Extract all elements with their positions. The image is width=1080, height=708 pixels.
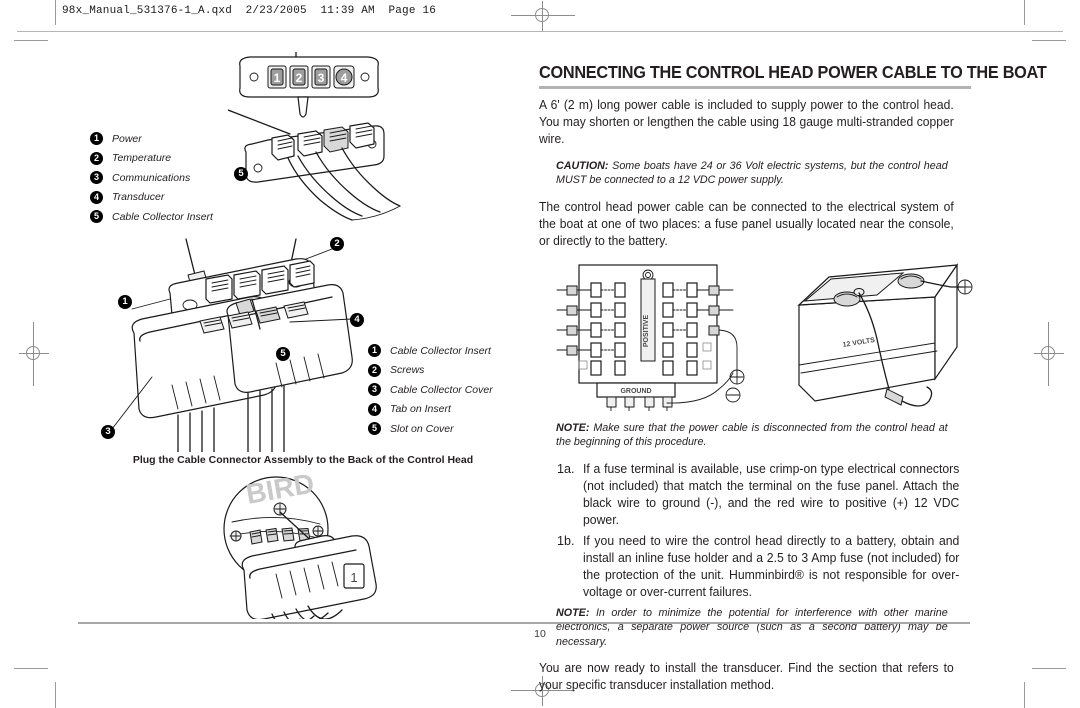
step-text: If you need to wire the control head dir… xyxy=(583,533,960,599)
assembly-callout-5: 5 xyxy=(276,347,290,361)
note-disconnect-tag: NOTE: xyxy=(556,421,590,434)
battery-terminal-positive xyxy=(897,273,925,288)
assembly-figure-caption: Plug the Cable Connector Assembly to the… xyxy=(132,454,474,466)
legend-item: 3 Cable Collector Cover xyxy=(368,383,493,396)
step-1b: 1b. If you need to wire the control head… xyxy=(557,533,971,601)
step-text: If a fuse terminal is available, use cri… xyxy=(583,461,960,527)
fuse-panel-ground-label: GROUND xyxy=(620,388,651,395)
positive-ring-terminal xyxy=(729,369,745,384)
closing-paragraph: You are now ready to install the transdu… xyxy=(539,661,954,692)
legend-bullet: 1 xyxy=(368,344,381,357)
legend-bullet: 5 xyxy=(368,422,381,435)
legend-item: 4 Tab on Insert xyxy=(368,402,493,416)
connector-port-number-1: 1 xyxy=(274,71,281,85)
legend-bullet: 3 xyxy=(368,383,381,396)
fuse-row-left-4 xyxy=(556,341,626,358)
legend-label: Slot on Cover xyxy=(390,422,454,435)
legend-bullet: 3 xyxy=(90,171,103,184)
legend-label: Cable Collector Cover xyxy=(390,383,493,396)
connector-legend: 1 Power 2 Temperature 3 Communications 4… xyxy=(90,132,213,230)
battery-positive-ring-terminal xyxy=(957,279,973,294)
connector-port-number-3: 3 xyxy=(318,71,325,85)
legend-item: 5 Slot on Cover xyxy=(368,422,493,435)
control-head-back-illustration: BIRD 1 xyxy=(188,474,408,619)
legend-item: 2 Temperature xyxy=(90,151,213,165)
connector-port-number-2: 2 xyxy=(296,71,303,85)
connector-port-number-4: 4 xyxy=(341,71,348,85)
legend-label: Communications xyxy=(112,171,191,184)
section-heading: CONNECTING THE CONTROL HEAD POWER CABLE … xyxy=(539,62,1047,82)
step-number: 1a. xyxy=(557,461,575,476)
back-panel-port-number: 1 xyxy=(350,570,357,585)
legend-label: Tab on Insert xyxy=(390,403,451,415)
assembly-callout-4: 4 xyxy=(350,313,364,327)
step-number: 1b. xyxy=(557,533,575,548)
fuse-row-left-3 xyxy=(556,321,626,338)
caution-note: CAUTION: Some boats have 24 or 36 Volt e… xyxy=(556,159,948,188)
heading-rule xyxy=(539,86,971,89)
note-disconnect: NOTE: Make sure that the power cable is … xyxy=(556,421,948,450)
legend-bullet: 2 xyxy=(368,363,381,377)
assembly-legend: 1 Cable Collector Insert 2 Screws 3 Cabl… xyxy=(368,344,493,442)
note-disconnect-text: Make sure that the power cable is discon… xyxy=(556,421,948,449)
legend-label: Cable Collector Insert xyxy=(112,210,213,223)
left-column: 1 2 3 4 5 1 Power 2 Temperature 3 Commun… xyxy=(78,52,528,622)
connector-plate-illustration: 1 2 3 4 5 xyxy=(228,52,418,222)
legend-label: Temperature xyxy=(112,152,172,164)
screw-boss-top xyxy=(273,502,287,516)
legend-item: 1 Cable Collector Insert xyxy=(368,344,493,357)
assembly-callout-1: 1 xyxy=(118,295,132,309)
note-interference-tag: NOTE: xyxy=(556,606,590,619)
footer-rule xyxy=(78,622,970,624)
legend-label: Screws xyxy=(390,364,425,376)
legend-bullet: 4 xyxy=(368,402,381,416)
fuse-row-left-2 xyxy=(556,301,626,318)
legend-bullet: 4 xyxy=(90,190,103,204)
screw-boss-left xyxy=(230,530,242,542)
intro-paragraph: A 6' (2 m) long power cable is included … xyxy=(539,97,954,146)
fuse-row-left-1 xyxy=(556,281,626,298)
connection-places-paragraph: The control head power cable can be conn… xyxy=(539,199,954,248)
legend-bullet: 1 xyxy=(90,132,103,145)
legend-label: Transducer xyxy=(112,191,165,203)
wiring-figure: POSITIVE GROUND 12 VOLTS xyxy=(539,261,973,411)
legend-item: 2 Screws xyxy=(368,363,493,377)
assembly-callout-2: 2 xyxy=(330,237,344,251)
legend-item: 4 Transducer xyxy=(90,190,213,204)
negative-ring-terminal xyxy=(725,387,741,402)
page-number: 10 xyxy=(534,628,546,640)
fuse-panel-positive-label: POSITIVE xyxy=(643,314,650,347)
legend-bullet: 5 xyxy=(90,210,103,223)
note-interference-text: In order to minimize the potential for i… xyxy=(556,606,948,648)
legend-item: 3 Communications xyxy=(90,171,213,184)
screw-boss-right xyxy=(312,525,324,537)
legend-label: Cable Collector Insert xyxy=(390,344,491,357)
cable-collector-assembly-illustration: 1 2 3 4 5 xyxy=(100,237,370,452)
step-1a: 1a. If a fuse terminal is available, use… xyxy=(557,461,971,529)
legend-bullet: 2 xyxy=(90,151,103,165)
legend-item: 5 Cable Collector Insert xyxy=(90,210,213,223)
fuse-panel-illustration: POSITIVE GROUND xyxy=(553,261,753,411)
legend-label: Power xyxy=(112,132,142,145)
connector-callout-5: 5 xyxy=(234,167,248,181)
caution-tag: CAUTION: xyxy=(556,159,609,172)
right-column: CONNECTING THE CONTROL HEAD POWER CABLE … xyxy=(539,62,1047,705)
battery-illustration: 12 VOLTS xyxy=(785,261,975,411)
page-body: 1 2 3 4 5 1 Power 2 Temperature 3 Commun… xyxy=(0,0,1080,708)
legend-item: 1 Power xyxy=(90,132,213,145)
caution-text: Some boats have 24 or 36 Volt electric s… xyxy=(556,159,948,187)
assembly-callout-3: 3 xyxy=(101,425,115,439)
